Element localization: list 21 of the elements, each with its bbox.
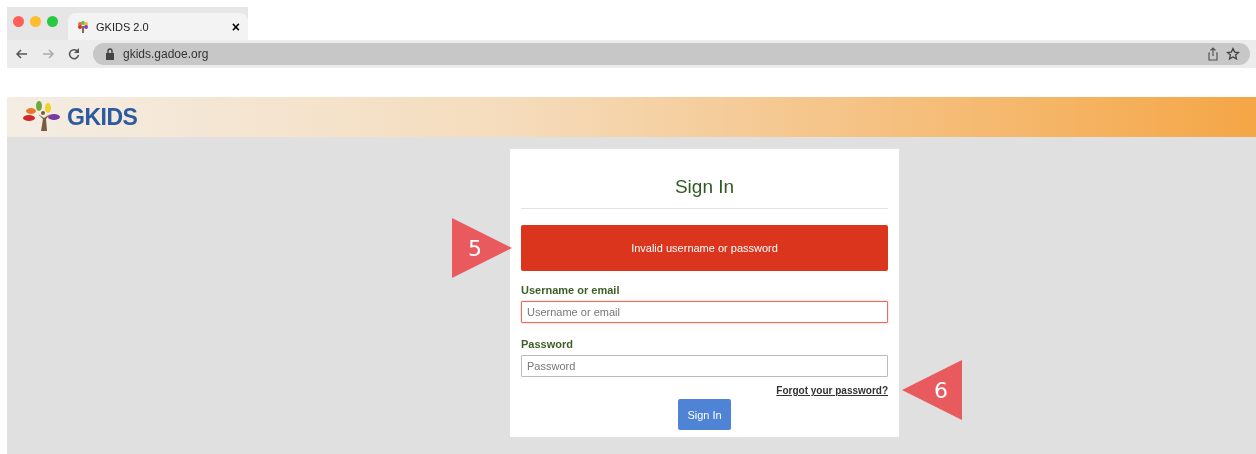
close-window-button[interactable] [13, 16, 24, 27]
field-label: Username or email [521, 284, 621, 296]
callout-marker: 6 [902, 360, 962, 420]
star-icon[interactable] [1226, 47, 1240, 61]
close-tab-button[interactable]: × [231, 18, 240, 35]
share-icon[interactable] [1206, 47, 1220, 61]
input-field[interactable]: Username or email [521, 301, 888, 323]
callout-marker: 5 [452, 218, 512, 278]
field-label: Password [521, 338, 574, 350]
reload-icon[interactable] [67, 47, 81, 61]
address-bar[interactable]: gkids.gadoe.org [93, 43, 1250, 65]
lock-icon [103, 47, 117, 61]
tree-icon [76, 19, 90, 34]
forgot-password-link[interactable]: Forgot your password? [776, 385, 888, 396]
browser-tab[interactable]: GKIDS 2.0 × [68, 13, 248, 40]
error-alert: Invalid username or password [521, 225, 888, 271]
back-arrow-icon[interactable] [15, 47, 29, 61]
site-logo-text: GKIDS [67, 103, 138, 131]
signin-title: Sign In [521, 176, 888, 209]
signin-button[interactable]: Sign In [678, 399, 731, 430]
input-field[interactable]: Password [521, 355, 888, 377]
